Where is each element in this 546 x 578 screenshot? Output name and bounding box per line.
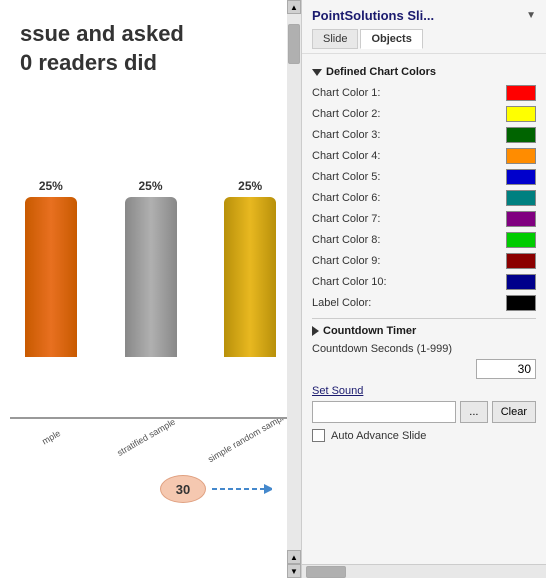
bar-caption-1: mple <box>40 428 80 478</box>
color-swatch-2[interactable] <box>506 106 536 122</box>
browse-button[interactable]: ... <box>460 401 488 423</box>
set-sound-label[interactable]: Set Sound <box>312 385 536 397</box>
color-swatch-6[interactable] <box>506 190 536 206</box>
color-swatch-3[interactable] <box>506 127 536 143</box>
tabs-container: Slide Objects <box>312 29 536 49</box>
countdown-section-header: Countdown Timer <box>312 325 536 337</box>
bar-gray <box>125 197 177 357</box>
countdown-seconds-label: Countdown Seconds (1-999) <box>312 343 536 355</box>
bar-label-1: 25% <box>39 179 63 193</box>
horizontal-scrollbar[interactable] <box>302 564 546 578</box>
panel-body: Defined Chart Colors Chart Color 1: Char… <box>302 54 546 564</box>
color-label-5: Chart Color 5: <box>312 171 380 183</box>
scroll-thumb[interactable] <box>288 24 300 64</box>
color-row-2: Chart Color 2: <box>312 105 536 123</box>
bar-label-3: 25% <box>238 179 262 193</box>
color-row-10: Chart Color 10: <box>312 273 536 291</box>
bar-label-2: 25% <box>138 179 162 193</box>
color-label-4: Chart Color 4: <box>312 150 380 162</box>
color-rows: Chart Color 1: Chart Color 2: Chart Colo… <box>312 84 536 312</box>
bar-group-2: 25% <box>110 179 192 357</box>
countdown-timer-label: Countdown Timer <box>323 325 416 337</box>
countdown-input[interactable] <box>476 359 536 379</box>
vertical-scrollbar[interactable]: ▲ ▲ ▼ <box>287 0 301 578</box>
color-swatch-7[interactable] <box>506 211 536 227</box>
scroll-track <box>287 14 301 550</box>
tab-slide[interactable]: Slide <box>312 29 358 49</box>
bar-group-1: 25% <box>10 179 92 357</box>
h-scroll-thumb[interactable] <box>306 566 346 578</box>
bar-yellow <box>224 197 276 357</box>
auto-advance-checkbox[interactable] <box>312 429 325 442</box>
color-label-9: Chart Color 9: <box>312 255 380 267</box>
color-swatch-8[interactable] <box>506 232 536 248</box>
scroll-down-button-1[interactable]: ▲ <box>287 550 301 564</box>
tab-objects[interactable]: Objects <box>360 29 422 49</box>
panel-header: PointSolutions Sli... ▼ Slide Objects <box>302 0 546 54</box>
clear-button[interactable]: Clear <box>492 401 536 423</box>
color-swatch-label[interactable] <box>506 295 536 311</box>
color-label-10: Chart Color 10: <box>312 276 387 288</box>
color-label-3: Chart Color 3: <box>312 129 380 141</box>
color-label-label: Label Color: <box>312 297 371 309</box>
color-swatch-9[interactable] <box>506 253 536 269</box>
countdown-section: Countdown Seconds (1-999) Set Sound ... … <box>312 343 536 442</box>
answer-bubble: 30 <box>160 475 206 503</box>
slide-title: ssue and asked 0 readers did <box>20 20 291 77</box>
right-panel: PointSolutions Sli... ▼ Slide Objects De… <box>302 0 546 578</box>
color-label-1: Chart Color 1: <box>312 87 380 99</box>
auto-advance-label: Auto Advance Slide <box>331 430 426 442</box>
scroll-up-button[interactable]: ▲ <box>287 0 301 14</box>
auto-advance-row: Auto Advance Slide <box>312 429 536 442</box>
color-row-3: Chart Color 3: <box>312 126 536 144</box>
bar-orange <box>25 197 77 357</box>
color-row-1: Chart Color 1: <box>312 84 536 102</box>
slide-preview: ssue and asked 0 readers did 25% 25% 25%… <box>0 0 302 578</box>
scroll-down-button-2[interactable]: ▼ <box>287 564 301 578</box>
color-row-label: Label Color: <box>312 294 536 312</box>
color-row-4: Chart Color 4: <box>312 147 536 165</box>
sound-input[interactable] <box>312 401 456 423</box>
color-row-9: Chart Color 9: <box>312 252 536 270</box>
color-label-8: Chart Color 8: <box>312 234 380 246</box>
bar-group-3: 25% <box>209 179 291 357</box>
color-swatch-10[interactable] <box>506 274 536 290</box>
color-row-5: Chart Color 5: <box>312 168 536 186</box>
chart-colors-label: Defined Chart Colors <box>326 66 436 78</box>
color-swatch-5[interactable] <box>506 169 536 185</box>
bar-caption-2: stratified sample <box>115 419 195 479</box>
panel-dropdown-arrow[interactable]: ▼ <box>526 10 536 21</box>
countdown-input-row <box>312 359 536 379</box>
color-swatch-4[interactable] <box>506 148 536 164</box>
section-divider <box>312 318 536 319</box>
color-row-8: Chart Color 8: <box>312 231 536 249</box>
color-label-6: Chart Color 6: <box>312 192 380 204</box>
color-label-7: Chart Color 7: <box>312 213 380 225</box>
sound-row: ... Clear <box>312 401 536 423</box>
chart-colors-section-header: Defined Chart Colors <box>312 66 536 78</box>
color-row-6: Chart Color 6: <box>312 189 536 207</box>
expand-icon[interactable] <box>312 326 319 336</box>
color-label-2: Chart Color 2: <box>312 108 380 120</box>
color-swatch-1[interactable] <box>506 85 536 101</box>
chart-area: 25% 25% 25% <box>0 97 301 417</box>
panel-title-row: PointSolutions Sli... ▼ <box>312 8 536 23</box>
dashed-arrow <box>212 479 272 499</box>
color-row-7: Chart Color 7: <box>312 210 536 228</box>
collapse-icon[interactable] <box>312 69 322 76</box>
panel-title-text: PointSolutions Sli... <box>312 8 522 23</box>
